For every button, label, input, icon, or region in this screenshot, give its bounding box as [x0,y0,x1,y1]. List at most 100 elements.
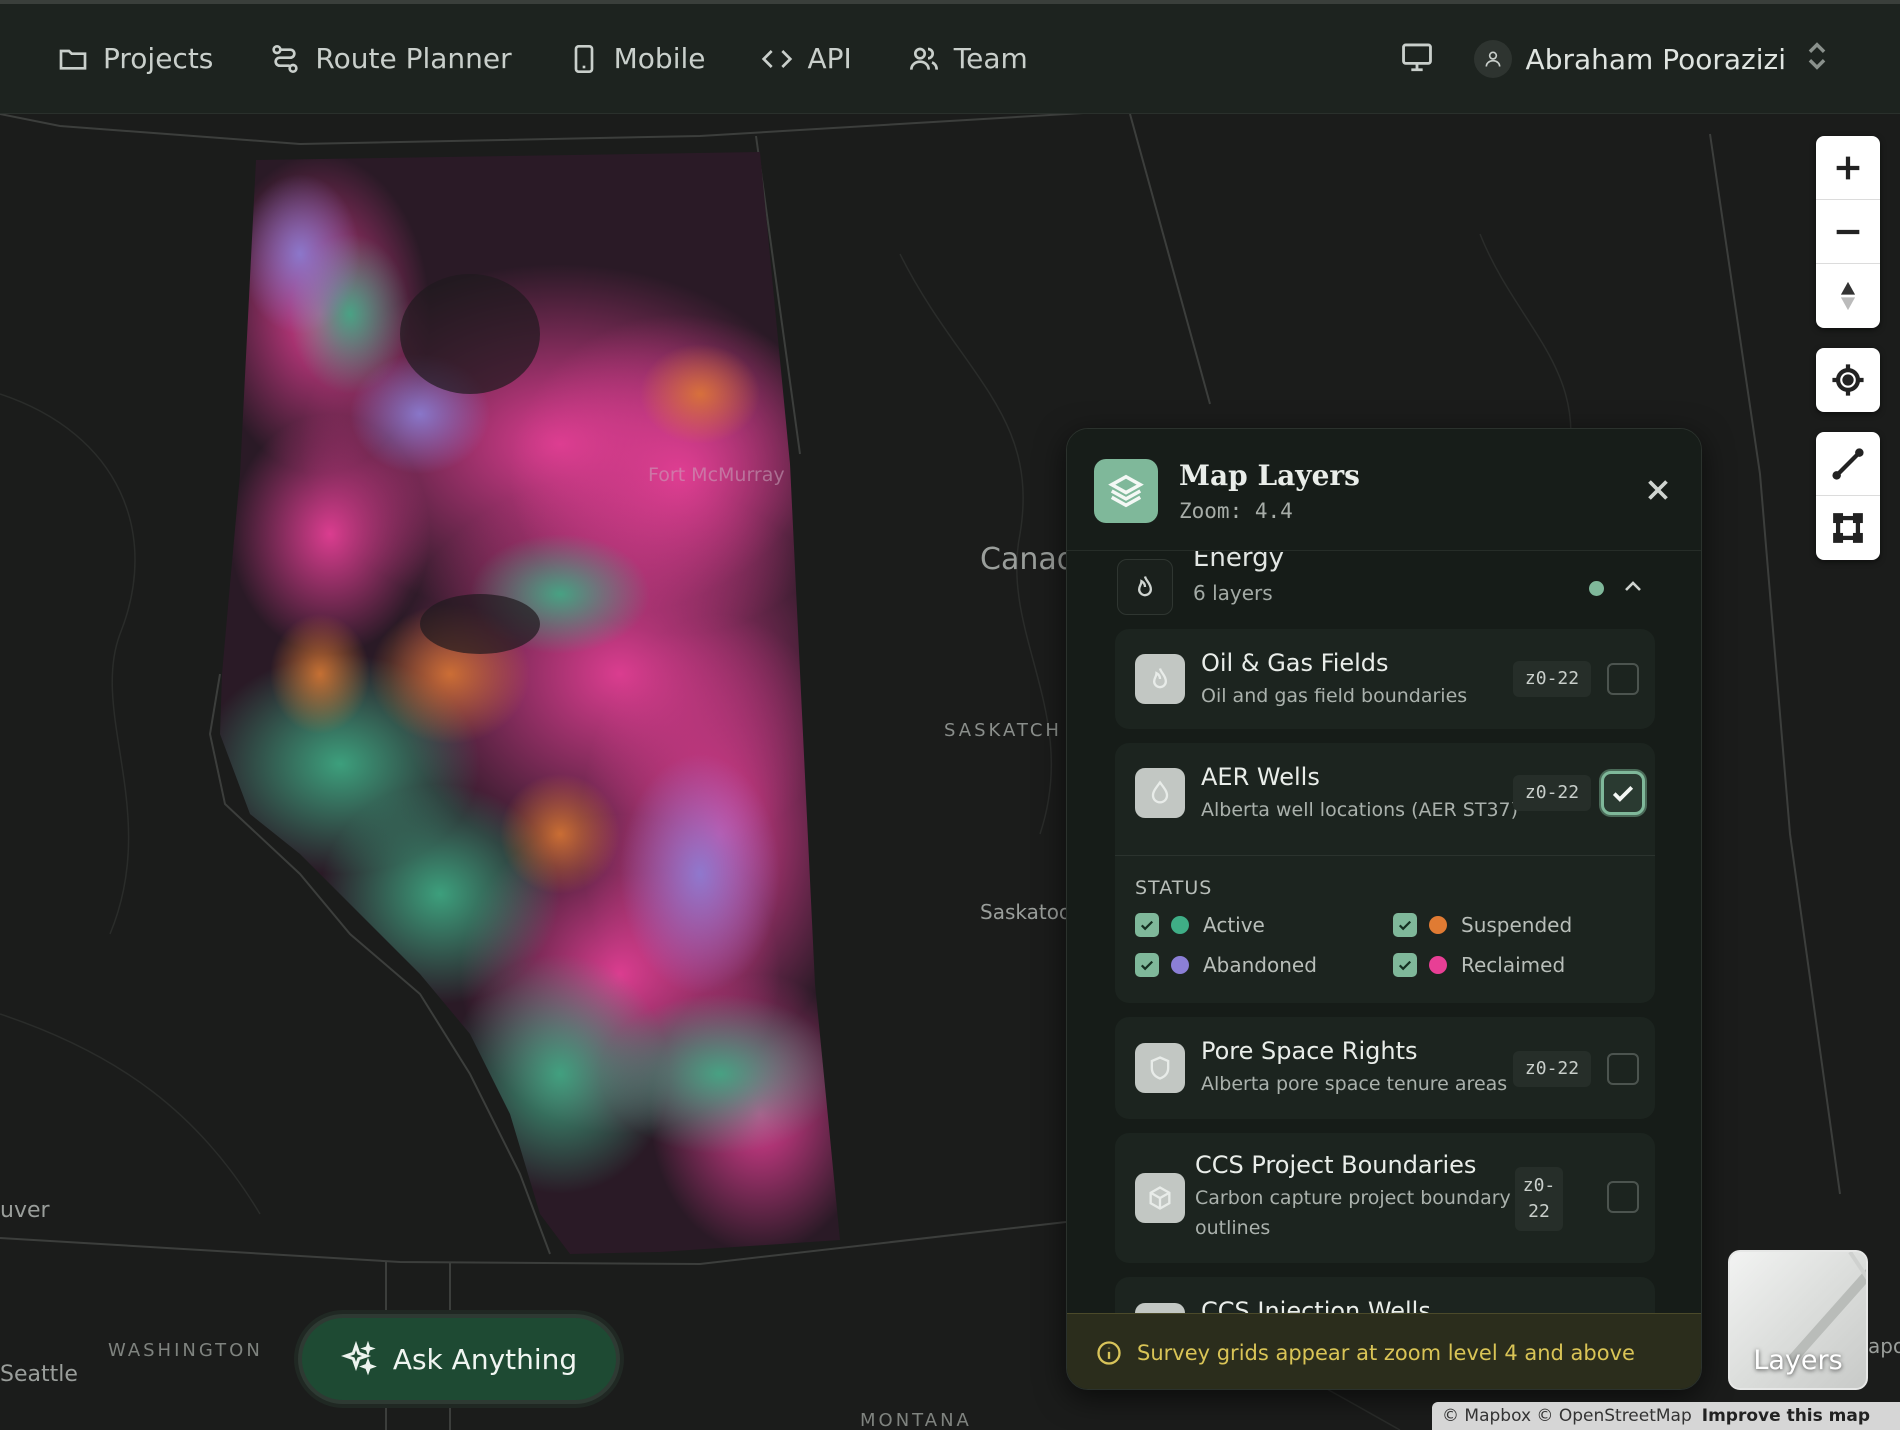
folder-icon [59,49,87,70]
status-checkbox[interactable] [1135,913,1159,937]
map-label-saskatchewan: SASKATCH [944,720,1062,741]
info-icon [1097,1340,1121,1365]
layer-toggle-checkbox[interactable] [1607,1181,1639,1213]
crosshair-icon [1832,364,1864,396]
ask-anything-button[interactable]: Ask Anything [298,1314,620,1404]
panel-close-button[interactable] [1641,473,1675,507]
zoom-notice-text: Survey grids appear at zoom level 4 and … [1137,1340,1635,1365]
nav-api-label: API [807,42,852,75]
layer-subtitle: Alberta pore space tenure areas [1201,1073,1508,1095]
check-icon [1398,960,1412,971]
status-label: Reclaimed [1461,953,1566,977]
zoom-out-button[interactable] [1816,200,1880,264]
close-icon [1648,480,1668,500]
monitor-icon [1401,43,1432,72]
zoom-badge-line1: z0- [1522,1175,1556,1196]
layers-stack-icon [1094,459,1158,523]
route-icon [272,44,299,73]
attribution-mapbox[interactable]: © Mapbox [1442,1406,1531,1426]
layer-title: Oil & Gas Fields [1201,649,1389,677]
shield-icon [1135,1043,1185,1093]
display-button[interactable] [1400,40,1434,78]
status-color-dot [1429,916,1447,934]
attribution-osm[interactable]: © OpenStreetMap [1536,1406,1691,1426]
panel-body[interactable]: Energy 6 layers Oil & Gas Fields Oil and… [1067,551,1701,1341]
layer-toggle-checkbox[interactable] [1607,663,1639,695]
compass-icon [1840,281,1856,311]
flame-icon [1117,559,1173,615]
flame-icon [1135,654,1185,704]
status-checkbox[interactable] [1393,913,1417,937]
check-icon [1398,920,1412,931]
nav-api[interactable]: API [761,42,852,75]
layer-toggle-checkbox-checked[interactable] [1601,771,1645,815]
user-menu[interactable]: Abraham Poorazizi [1473,39,1830,80]
code-icon [762,49,793,68]
status-filter-reclaimed[interactable]: Reclaimed [1393,953,1565,977]
geolocate-button[interactable] [1816,348,1880,412]
map-label-montana: MONTANA [860,1410,972,1430]
status-filter-active[interactable]: Active [1135,913,1265,937]
zoom-badge-line2: 22 [1528,1201,1550,1222]
status-color-dot [1429,956,1447,974]
draw-line-button[interactable] [1816,432,1880,496]
layer-zoom-badge: z0- 22 [1515,1167,1563,1231]
nav-route-planner[interactable]: Route Planner [269,42,512,75]
layer-card-ccs-project-boundaries[interactable]: CCS Project Boundaries Carbon capture pr… [1115,1133,1655,1263]
attribution-improve-link[interactable]: Improve this map [1702,1406,1870,1426]
group-active-dot [1589,581,1604,596]
check-icon [1612,786,1634,802]
chevron-updown-icon [1808,41,1826,70]
layer-subtitle: Oil and gas field boundaries [1201,685,1468,707]
map-label-saskatoon: Saskatoo [980,900,1072,924]
layer-card-pore-space-rights[interactable]: Pore Space Rights Alberta pore space ten… [1115,1017,1655,1119]
plus-icon [1836,156,1860,179]
user-name: Abraham Poorazizi [1525,42,1786,76]
nav-mobile[interactable]: Mobile [568,42,705,75]
layer-zoom-badge: z0-22 [1513,1051,1591,1087]
user-menu-toggle[interactable] [1786,39,1830,80]
status-color-dot [1171,956,1189,974]
compass-button[interactable] [1816,264,1880,328]
layer-title: CCS Project Boundaries [1195,1151,1477,1179]
layer-title: Pore Space Rights [1201,1037,1418,1065]
layer-zoom-badge: z0-22 [1513,775,1591,811]
status-filter-suspended[interactable]: Suspended [1393,913,1572,937]
user-icon [1485,51,1501,67]
layer-zoom-badge: z0-22 [1513,661,1591,697]
map-label-vancouver: uver [0,1198,50,1223]
layer-card-aer-wells[interactable]: AER Wells Alberta well locations (AER ST… [1115,743,1655,1003]
status-label: Abandoned [1203,953,1317,977]
nav-links: Projects Route Planner Mobile API Team [57,42,1084,75]
layer-group-count: 6 layers [1193,581,1273,605]
zoom-in-button[interactable] [1816,136,1880,200]
layer-toggle-checkbox[interactable] [1607,1053,1639,1085]
app-root: Projects Route Planner Mobile API Team A… [0,0,1900,1430]
team-icon [909,47,938,70]
nav-projects-label: Projects [103,42,214,75]
group-collapse-toggle[interactable] [1621,575,1645,599]
status-filter-title: STATUS [1135,877,1213,899]
status-label: Suspended [1461,913,1573,937]
status-checkbox[interactable] [1393,953,1417,977]
draw-polygon-button[interactable] [1816,496,1880,560]
droplet-icon [1135,768,1185,818]
nav-team-label: Team [953,42,1028,75]
basemap-switcher-button[interactable]: Layers [1728,1250,1868,1390]
nav-team[interactable]: Team [908,42,1028,75]
chevron-up-icon [1625,581,1641,591]
cube-icon [1135,1173,1185,1223]
status-checkbox[interactable] [1135,953,1159,977]
layer-subtitle: Alberta well locations (AER ST37) [1201,799,1519,821]
nav-projects[interactable]: Projects [57,42,213,75]
layer-card-oil-gas-fields[interactable]: Oil & Gas Fields Oil and gas field bound… [1115,629,1655,729]
map-attribution: © Mapbox © OpenStreetMap Improve this ma… [1432,1402,1900,1430]
layer-group-name: Energy [1193,551,1285,573]
geolocate-control [1816,348,1880,412]
status-filter-abandoned[interactable]: Abandoned [1135,953,1317,977]
avatar [1473,40,1512,78]
map-layers-panel: Map Layers Zoom: 4.4 Energy 6 layers Oil… [1066,428,1702,1390]
zoom-notice-banner: Survey grids appear at zoom level 4 and … [1067,1313,1701,1389]
map-label-canada: Canad [980,542,1076,577]
layer-group-energy[interactable]: Energy 6 layers [1117,551,1667,621]
